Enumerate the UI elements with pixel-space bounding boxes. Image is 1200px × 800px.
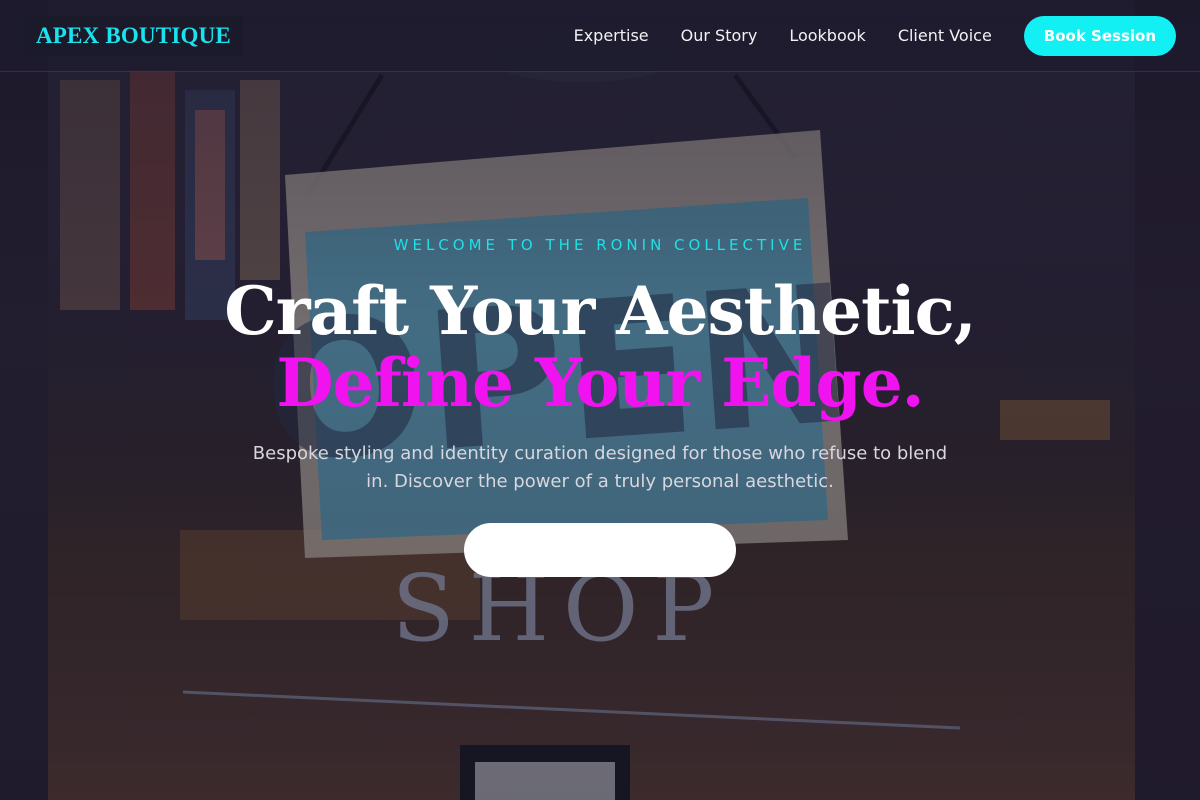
hero-subtext: Bespoke styling and identity curation de…	[252, 443, 948, 492]
brand-logo[interactable]: APEX BOUTIQUE	[24, 15, 243, 56]
nav-links: Expertise Our Story Lookbook Client Voic…	[574, 15, 1176, 56]
hero-headline-line1: Craft Your Aesthetic,	[224, 272, 977, 350]
hero-cta-button[interactable]	[464, 523, 736, 577]
nav-link-client-voice[interactable]: Client Voice	[898, 26, 992, 45]
hero-headline-line2: Define Your Edge.	[276, 344, 924, 422]
top-navbar: APEX BOUTIQUE Expertise Our Story Lookbo…	[0, 0, 1200, 72]
book-session-button[interactable]: Book Session	[1023, 15, 1176, 56]
nav-link-lookbook[interactable]: Lookbook	[789, 26, 865, 45]
hero-eyebrow: WELCOME TO THE RONIN COLLECTIVE	[393, 236, 807, 254]
nav-link-expertise[interactable]: Expertise	[574, 26, 649, 45]
nav-link-our-story[interactable]: Our Story	[681, 26, 758, 45]
